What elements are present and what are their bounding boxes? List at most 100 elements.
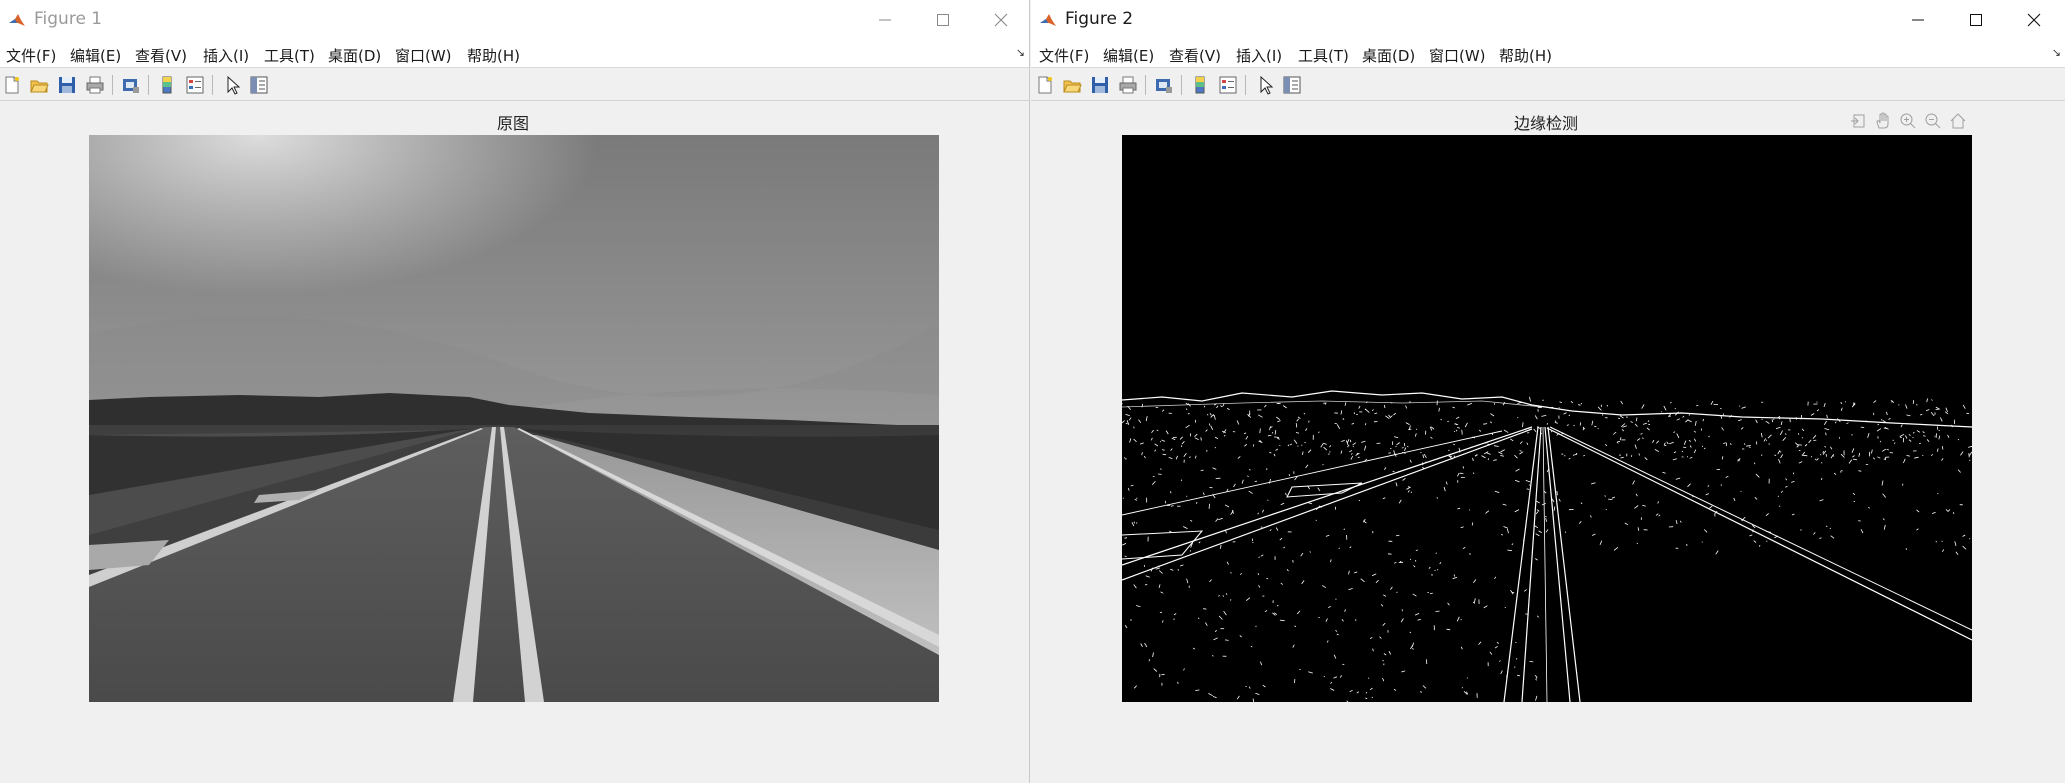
insert-colorbar-button[interactable] [156, 74, 178, 96]
menu-file[interactable]: 文件(F) [1039, 45, 1089, 66]
menu-desktop[interactable]: 桌面(D) [328, 45, 381, 66]
home-button[interactable] [1947, 110, 1969, 132]
menu-edit[interactable]: 编辑(E) [70, 45, 121, 66]
toolbar-separator [1245, 75, 1246, 95]
pan-icon [1876, 112, 1889, 129]
colorbar-icon [1195, 76, 1205, 94]
matlab-logo-icon [8, 11, 26, 29]
print-preview-icon [1156, 79, 1172, 93]
insert-legend-button[interactable] [184, 74, 206, 96]
toolbar-separator [112, 75, 113, 95]
edit-plot-button[interactable] [222, 74, 244, 96]
zoom-out-icon [1925, 113, 1941, 129]
window-title: Figure 1 [34, 9, 103, 29]
menu-edit[interactable]: 编辑(E) [1103, 45, 1154, 66]
menu-insert[interactable]: 插入(I) [1236, 45, 1282, 66]
print-icon [86, 76, 104, 94]
menu-file[interactable]: 文件(F) [6, 45, 56, 66]
export-button[interactable] [1847, 110, 1869, 132]
open-folder-icon [30, 80, 49, 93]
close-button[interactable] [2005, 0, 2063, 40]
colorbar-icon [162, 76, 172, 94]
maximize-button[interactable] [1947, 0, 2005, 40]
print-button[interactable] [84, 74, 106, 96]
close-button[interactable] [972, 0, 1029, 40]
new-file-icon [1038, 76, 1052, 94]
menu-bar: 文件(F) 编辑(E) 查看(V) 插入(I) 工具(T) 桌面(D) 窗口(W… [1031, 40, 2065, 68]
property-inspector-button[interactable] [248, 74, 270, 96]
figure-toolbar [1031, 69, 2065, 101]
window-title: Figure 2 [1065, 9, 1134, 29]
new-figure-button[interactable] [1034, 74, 1056, 96]
legend-icon [186, 76, 204, 94]
zoom-in-icon [1900, 113, 1916, 129]
property-inspector-icon [250, 76, 268, 94]
save-icon [59, 77, 75, 93]
menu-window[interactable]: 窗口(W) [395, 45, 452, 66]
minimize-icon [879, 19, 891, 21]
menu-insert[interactable]: 插入(I) [203, 45, 249, 66]
print-button[interactable] [1117, 74, 1139, 96]
menu-desktop[interactable]: 桌面(D) [1362, 45, 1415, 66]
axes-title: 原图 [496, 114, 529, 133]
maximize-icon [1970, 14, 1982, 26]
open-folder-icon [1063, 80, 1082, 93]
figure-toolbar [0, 69, 1029, 101]
title-bar[interactable]: Figure 2 [1031, 0, 2065, 40]
minimize-button[interactable] [1889, 0, 1947, 40]
road-photo [89, 135, 939, 702]
print-preview-button[interactable] [120, 74, 142, 96]
save-button[interactable] [56, 74, 78, 96]
menu-view[interactable]: 查看(V) [135, 45, 187, 66]
minimize-icon [1912, 19, 1924, 21]
minimize-button[interactable] [856, 0, 914, 40]
zoom-out-button[interactable] [1922, 110, 1944, 132]
edit-plot-button[interactable] [1255, 74, 1277, 96]
export-icon [1851, 114, 1865, 128]
insert-legend-button[interactable] [1217, 74, 1239, 96]
menu-help[interactable]: 帮助(H) [1499, 45, 1552, 66]
menu-help[interactable]: 帮助(H) [467, 45, 520, 66]
new-figure-button[interactable] [1, 74, 23, 96]
open-file-button[interactable] [28, 74, 50, 96]
save-icon [1092, 77, 1108, 93]
axes-title: 边缘检测 [1513, 114, 1578, 133]
toolbar-separator [1145, 75, 1146, 95]
new-file-icon [5, 76, 19, 94]
maximize-icon [937, 14, 949, 26]
pointer-icon [227, 75, 241, 95]
toolbar-separator [148, 75, 149, 95]
menu-overflow-icon[interactable]: ↘ [2052, 46, 2061, 59]
property-inspector-icon [1283, 76, 1301, 94]
legend-icon [1219, 76, 1237, 94]
maximize-button[interactable] [914, 0, 972, 40]
menu-overflow-icon[interactable]: ↘ [1016, 46, 1025, 59]
property-inspector-button[interactable] [1281, 74, 1303, 96]
save-button[interactable] [1089, 74, 1111, 96]
print-icon [1119, 76, 1137, 94]
menu-window[interactable]: 窗口(W) [1429, 45, 1486, 66]
menu-tools[interactable]: 工具(T) [1298, 45, 1349, 66]
zoom-in-button[interactable] [1897, 110, 1919, 132]
close-icon [994, 13, 1008, 27]
figure-1-window: Figure 1 文件(F) 编辑(E) 查看(V) 插入(I) 工具(T) 桌… [0, 0, 1030, 783]
pan-button[interactable] [1872, 110, 1894, 132]
original-image [89, 135, 939, 702]
open-file-button[interactable] [1061, 74, 1083, 96]
print-preview-icon [123, 79, 139, 93]
edge-map [1122, 135, 1972, 702]
home-icon [1950, 113, 1966, 129]
figure-2-window: Figure 2 文件(F) 编辑(E) 查看(V) 插入(I) 工具(T) 桌… [1031, 0, 2065, 783]
toolbar-separator [212, 75, 213, 95]
pointer-icon [1260, 75, 1274, 95]
toolbar-separator [1181, 75, 1182, 95]
edge-detection-image [1122, 135, 1972, 702]
insert-colorbar-button[interactable] [1189, 74, 1211, 96]
matlab-logo-icon [1039, 11, 1057, 29]
close-icon [2027, 13, 2041, 27]
menu-tools[interactable]: 工具(T) [264, 45, 315, 66]
title-bar[interactable]: Figure 1 [0, 0, 1029, 40]
menu-bar: 文件(F) 编辑(E) 查看(V) 插入(I) 工具(T) 桌面(D) 窗口(W… [0, 40, 1029, 68]
menu-view[interactable]: 查看(V) [1169, 45, 1221, 66]
print-preview-button[interactable] [1153, 74, 1175, 96]
